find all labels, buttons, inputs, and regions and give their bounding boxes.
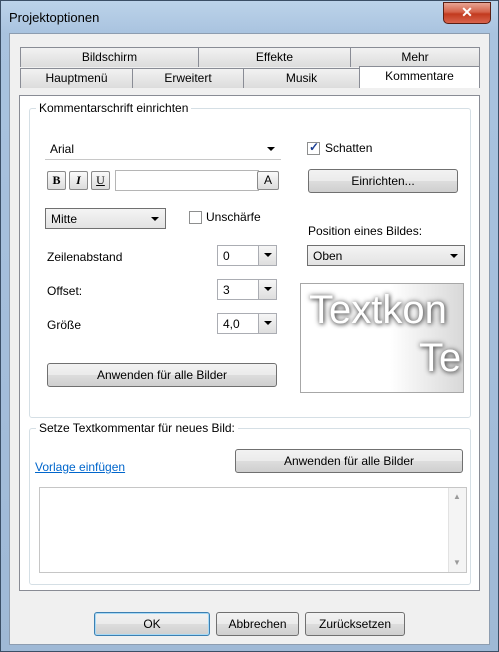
tab-label: Effekte [255,50,294,64]
chevron-down-icon [450,254,458,258]
button-label: Zurücksetzen [318,617,392,631]
button-label: Anwenden für alle Bilder [96,368,228,382]
underline-button[interactable]: U [91,171,110,190]
tab-label: Erweitert [164,71,212,85]
format-toolbar: B I U A [47,170,281,192]
group-legend: Setze Textkommentar für neues Bild: [39,421,235,435]
chevron-down-icon [151,217,159,221]
preview-text-top: Textkon [309,288,447,332]
tab-hauptmenue[interactable]: Hauptmenü [20,68,133,88]
title-bar[interactable]: Projektoptionen ✕ [1,1,498,33]
tab-effekte[interactable]: Effekte [198,47,351,67]
apply-all-font-button[interactable]: Anwenden für alle Bilder [47,363,277,387]
alignment-select[interactable]: Mitte [45,208,166,229]
scrollbar[interactable]: ▲ ▼ [448,488,466,572]
ok-button[interactable]: OK [94,612,210,636]
reset-button[interactable]: Zurücksetzen [305,612,405,636]
tab-bildschirm[interactable]: Bildschirm [20,47,199,67]
close-icon: ✕ [461,4,473,20]
button-label: Einrichten... [351,174,415,188]
dropdown-button[interactable] [258,314,276,333]
apply-all-comment-button[interactable]: Anwenden für alle Bilder [235,449,463,473]
offset-value: 3 [223,283,230,297]
line-spacing-select[interactable]: 0 [217,245,277,266]
chevron-down-icon [267,147,275,151]
size-label: Größe [47,318,82,332]
shadow-label: Schatten [325,141,373,155]
comment-text-input[interactable] [115,170,259,191]
position-value: Oben [313,249,343,263]
alignment-value: Mitte [51,212,78,226]
dropdown-button[interactable] [258,246,276,265]
font-select[interactable]: Arial [45,139,281,160]
chevron-down-icon [264,321,272,325]
position-label: Position eines Bildes: [308,224,423,238]
chevron-down-icon [264,253,272,257]
tab-musik[interactable]: Musik [243,68,360,88]
dialog-window: Projektoptionen ✕ Bildschirm Effekte Meh… [0,0,499,652]
size-select[interactable]: 4,0 [217,313,277,334]
blur-checkbox[interactable] [189,211,202,224]
dropdown-button[interactable] [258,280,276,299]
window-title: Projektoptionen [9,10,100,25]
scroll-down-icon[interactable]: ▼ [453,558,461,567]
font-color-label: A [263,173,272,187]
font-value: Arial [50,142,75,156]
size-value: 4,0 [223,317,240,331]
tab-label: Mehr [401,50,429,64]
underline-label: U [96,173,105,187]
tab-label: Musik [285,71,318,85]
font-color-button[interactable]: A [257,171,279,190]
tab-kommentare[interactable]: Kommentare [359,66,480,88]
line-spacing-value: 0 [223,249,230,263]
tab-label: Hauptmenü [45,71,108,85]
preview-text-bottom: Te [419,336,462,380]
bold-button[interactable]: B [47,171,66,190]
button-label: OK [143,617,161,631]
tab-erweitert[interactable]: Erweitert [132,68,244,88]
preview-box: Textkon Te [300,283,464,393]
setup-button[interactable]: Einrichten... [308,169,458,193]
position-select[interactable]: Oben [307,245,465,266]
offset-select[interactable]: 3 [217,279,277,300]
offset-label: Offset: [47,284,83,298]
tab-row-back: Bildschirm Effekte Mehr [20,47,480,67]
bold-label: B [52,173,61,187]
cancel-button[interactable]: Abbrechen [216,612,299,636]
shadow-checkbox[interactable] [307,140,320,155]
italic-label: I [76,173,81,187]
button-label: Anwenden für alle Bilder [283,454,415,468]
tab-label: Kommentare [385,69,454,83]
tab-row-front: Hauptmenü Erweitert Musik Kommentare [20,66,480,88]
tab-mehr[interactable]: Mehr [350,47,480,67]
new-comment-textarea[interactable]: ▲ ▼ [39,487,467,573]
scroll-up-icon[interactable]: ▲ [453,492,461,501]
blur-label: Unschärfe [206,210,261,224]
italic-button[interactable]: I [69,171,88,190]
chevron-down-icon [264,287,272,291]
close-button[interactable]: ✕ [443,2,491,24]
tab-label: Bildschirm [81,50,138,64]
line-spacing-label: Zeilenabstand [47,250,123,264]
button-label: Abbrechen [228,617,287,631]
group-legend: Kommentarschrift einrichten [39,101,189,115]
insert-template-link[interactable]: Vorlage einfügen [35,460,125,474]
